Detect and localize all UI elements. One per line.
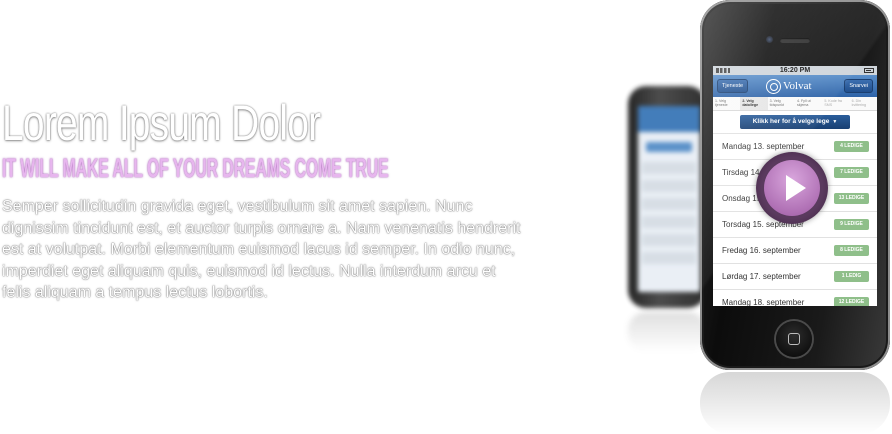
select-doctor-label: Klikk her for å velge lege bbox=[752, 118, 830, 125]
step-item[interactable]: 4. Fyll ut skjema bbox=[795, 97, 822, 110]
availability-badge: 4 LEDIGE bbox=[834, 141, 869, 152]
availability-badge: 12 LEDIGE bbox=[834, 297, 869, 306]
step-item-active[interactable]: 2. Velg dato/lege bbox=[740, 97, 768, 110]
hero-body: Semper sollicitudin gravida eget, vestib… bbox=[2, 198, 521, 301]
background-phone bbox=[628, 86, 706, 308]
battery-icon bbox=[864, 68, 874, 73]
background-phone-screen bbox=[638, 106, 700, 292]
date-row[interactable]: Lørdag 17. september 1 LEDIG bbox=[713, 263, 877, 289]
availability-badge: 13 LEDIGE bbox=[834, 193, 869, 204]
signal-icon bbox=[716, 68, 730, 73]
logo-text: Volvat bbox=[783, 80, 812, 92]
step-item: 6. Din kvittering bbox=[851, 99, 867, 108]
date-label: Mandag 13. september bbox=[722, 142, 805, 151]
date-label: Fredag 16. september bbox=[722, 246, 801, 255]
booking-steps: 1. Velg tjeneste 2. Velg dato/lege 3. Ve… bbox=[713, 97, 877, 111]
hero-title: Lorem Ipsum Dolor bbox=[2, 95, 321, 151]
volvat-logo: Volvat bbox=[766, 77, 812, 95]
home-button[interactable] bbox=[776, 321, 812, 357]
status-time: 16:20 PM bbox=[779, 67, 811, 74]
status-bar: 16:20 PM bbox=[713, 66, 877, 75]
step-item: 5. Kode fra SMS bbox=[824, 99, 842, 108]
camera-icon bbox=[766, 36, 773, 43]
availability-badge: 9 LEDIGE bbox=[834, 219, 869, 230]
background-phone-reflection bbox=[628, 312, 706, 352]
snarvei-button[interactable]: Snarvei bbox=[844, 79, 873, 93]
app-navbar: Tjeneste Volvat Snarvei bbox=[713, 75, 877, 97]
speaker-grill bbox=[780, 38, 810, 43]
caret-down-icon: ▼ bbox=[832, 119, 838, 125]
select-doctor-button[interactable]: Klikk her for å velge lege ▼ bbox=[740, 115, 850, 129]
hero-subtitle: IT WILL MAKE ALL OF YOUR DREAMS COME TRU… bbox=[2, 153, 389, 183]
date-row[interactable]: Fredag 16. september 8 LEDIGE bbox=[713, 237, 877, 263]
phone-reflection bbox=[700, 372, 890, 434]
date-row[interactable]: Mandag 18. september 12 LEDIGE bbox=[713, 289, 877, 306]
play-icon bbox=[786, 175, 806, 201]
select-doctor-wrap: Klikk her for å velge lege ▼ bbox=[713, 111, 877, 133]
play-video-button[interactable] bbox=[756, 152, 828, 224]
volvat-logo-icon bbox=[766, 78, 781, 94]
availability-badge: 8 LEDIGE bbox=[834, 245, 869, 256]
date-label: Lørdag 17. september bbox=[722, 272, 801, 281]
date-label: Mandag 18. september bbox=[722, 298, 805, 306]
step-item[interactable]: 3. Velg tidspunkt bbox=[768, 97, 795, 110]
home-button-icon bbox=[788, 333, 800, 345]
step-item[interactable]: 1. Velg tjeneste bbox=[713, 97, 740, 110]
availability-badge: 1 LEDIG bbox=[834, 271, 869, 282]
tjeneste-button[interactable]: Tjeneste bbox=[717, 79, 749, 93]
availability-badge: 7 LEDIGE bbox=[834, 167, 869, 178]
play-button-face bbox=[764, 160, 820, 216]
